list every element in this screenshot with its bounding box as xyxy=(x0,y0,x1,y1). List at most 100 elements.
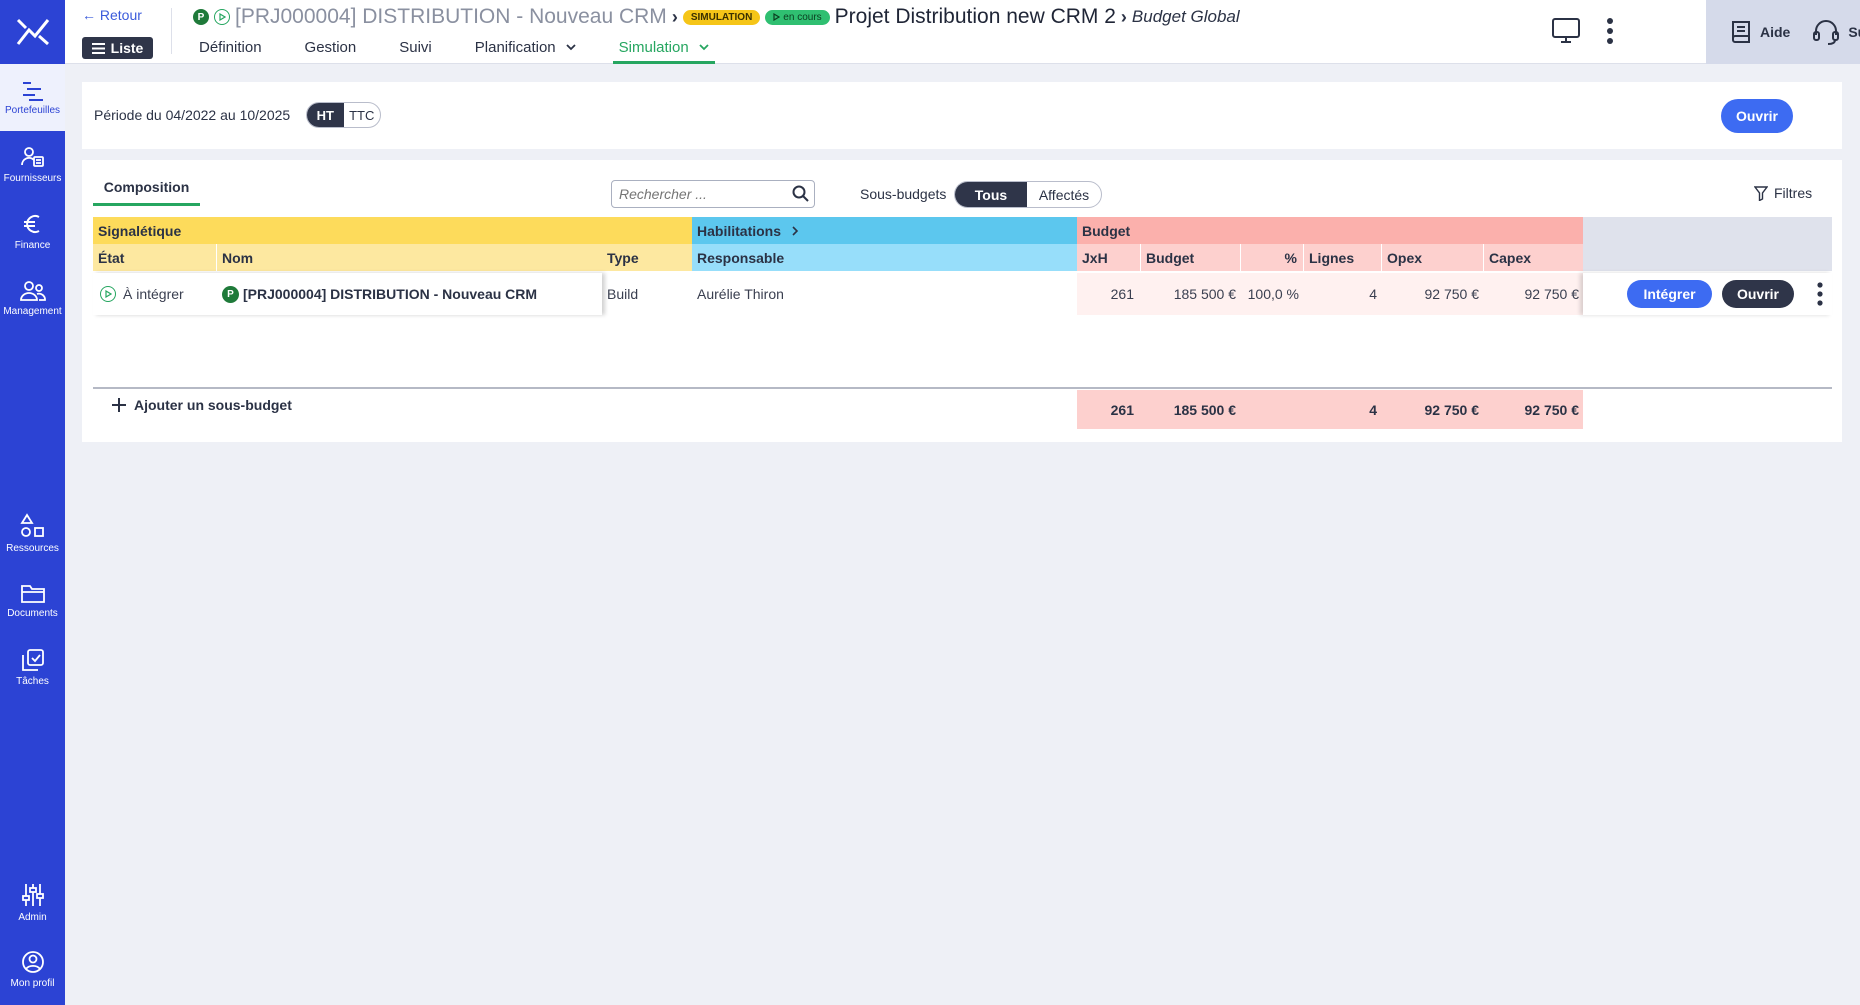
col-header-etat[interactable]: État xyxy=(93,244,216,271)
search-icon[interactable] xyxy=(792,185,809,202)
monitor-icon[interactable] xyxy=(1552,18,1580,44)
sidebar-item-portefeuilles[interactable]: Portefeuilles xyxy=(0,64,65,131)
sidebar-item-label: Mon profil xyxy=(10,978,55,989)
tab-label: Planification xyxy=(474,39,556,56)
play-icon xyxy=(773,13,781,21)
profile-icon xyxy=(21,951,44,973)
sidebar-item-label: Portefeuilles xyxy=(4,105,61,116)
col-header-nom[interactable]: Nom xyxy=(216,244,602,271)
sidebar-item-taches[interactable]: Tâches xyxy=(0,634,65,701)
sidebar-item-fournisseurs[interactable]: Fournisseurs xyxy=(0,131,65,198)
total-capex: 92 750 € xyxy=(1483,390,1583,429)
cell-pct: 100,0 % xyxy=(1240,273,1303,315)
supplier-icon xyxy=(20,147,44,167)
period-label: Période du 04/2022 au 10/2025 xyxy=(94,107,291,123)
back-link[interactable]: ← Retour xyxy=(82,7,142,23)
breadcrumb-page: Budget Global xyxy=(1131,7,1240,26)
sidebar-item-profil[interactable]: Mon profil xyxy=(0,936,65,1003)
open-period-button[interactable]: Ouvrir xyxy=(1721,99,1793,133)
cell-budget: 185 500 € xyxy=(1140,273,1240,315)
chevron-down-icon xyxy=(699,44,709,51)
sidebar-item-label: Finance xyxy=(14,240,51,251)
sidebar-item-label: Management xyxy=(3,306,62,317)
col-header-jxh[interactable]: JxH xyxy=(1077,244,1140,271)
chevron-right-icon xyxy=(792,225,799,236)
seg-assigned[interactable]: Affectés xyxy=(1027,182,1101,207)
divider xyxy=(171,8,172,54)
tab-label: Définition xyxy=(199,39,262,56)
total-opex: 92 750 € xyxy=(1381,390,1483,429)
tab-label: Gestion xyxy=(304,39,357,56)
sidebar: Portefeuilles Fournisseurs Finance Manag… xyxy=(0,0,65,1005)
breadcrumb-simulation[interactable]: Projet Distribution new CRM 2 xyxy=(835,5,1116,29)
ttc-option[interactable]: TTC xyxy=(344,103,381,127)
tasks-icon xyxy=(21,649,44,671)
brand-logo-icon[interactable] xyxy=(0,0,65,64)
sidebar-item-label: Tâches xyxy=(16,676,49,687)
euro-icon xyxy=(23,215,39,233)
col-header-responsable[interactable]: Responsable xyxy=(692,244,1077,271)
group-actions xyxy=(1583,217,1832,271)
cell-actions: Intégrer Ouvrir xyxy=(1583,273,1832,315)
tab-definition[interactable]: Définition xyxy=(193,37,268,64)
col-header-budget[interactable]: Budget xyxy=(1140,244,1240,271)
sidebar-item-documents[interactable]: Documents xyxy=(0,567,65,634)
cell-lignes: 4 xyxy=(1303,273,1381,315)
tab-label: Simulation xyxy=(618,39,689,56)
col-header-lignes[interactable]: Lignes xyxy=(1303,244,1381,271)
cell-responsable: Aurélie Thiron xyxy=(697,286,784,302)
ht-option[interactable]: HT xyxy=(307,103,344,127)
breadcrumb-project[interactable]: [PRJ000004] DISTRIBUTION - Nouveau CRM xyxy=(235,5,667,29)
add-subbudget-button[interactable]: Ajouter un sous-budget xyxy=(112,397,292,413)
col-header-pct[interactable]: % xyxy=(1240,244,1303,271)
sidebar-item-finance[interactable]: Finance xyxy=(0,198,65,265)
tab-suivi[interactable]: Suivi xyxy=(393,37,438,64)
sidebar-item-label: Ressources xyxy=(6,543,59,554)
search-input[interactable] xyxy=(611,180,815,208)
cell-capex: 92 750 € xyxy=(1483,273,1583,315)
help-label: Aide xyxy=(1760,24,1791,40)
people-icon xyxy=(19,281,46,301)
more-vertical-icon[interactable] xyxy=(1606,17,1614,45)
sidebar-item-label: Documents xyxy=(7,608,58,619)
tab-composition[interactable]: Composition xyxy=(93,179,200,206)
group-habilitations[interactable]: Habilitations xyxy=(692,217,1077,244)
chevron-right-icon: › xyxy=(671,6,678,27)
sidebar-item-management[interactable]: Management xyxy=(0,265,65,332)
sidebar-item-ressources[interactable]: Ressources xyxy=(0,500,65,567)
book-icon xyxy=(1732,21,1750,43)
total-jxh: 261 xyxy=(1077,390,1140,429)
total-lignes: 4 xyxy=(1303,390,1381,429)
seg-all[interactable]: Tous xyxy=(955,182,1027,207)
period-card: Période du 04/2022 au 10/2025 HT TTC Ouv… xyxy=(82,82,1842,149)
open-row-button[interactable]: Ouvrir xyxy=(1722,280,1794,308)
status-badge: en cours xyxy=(765,9,830,25)
total-pct xyxy=(1240,390,1303,429)
col-header-opex[interactable]: Opex xyxy=(1381,244,1483,271)
project-type-badge: P xyxy=(222,285,239,303)
tab-simulation[interactable]: Simulation xyxy=(612,37,715,64)
cell-nom-value[interactable]: [PRJ000004] DISTRIBUTION - Nouveau CRM xyxy=(243,286,537,302)
filters-button[interactable]: Filtres xyxy=(1754,185,1812,201)
list-button[interactable]: Liste xyxy=(82,37,153,59)
col-header-capex[interactable]: Capex xyxy=(1483,244,1583,271)
group-budget: Budget xyxy=(1077,217,1583,244)
cell-jxh: 261 xyxy=(1077,273,1140,315)
more-vertical-icon[interactable] xyxy=(1816,282,1824,306)
tab-gestion[interactable]: Gestion xyxy=(299,37,363,64)
chevron-right-icon: › xyxy=(1120,6,1127,27)
tab-label: Suivi xyxy=(399,39,432,56)
subbudget-filter-label: Sous-budgets xyxy=(860,186,947,202)
tab-planification[interactable]: Planification xyxy=(469,37,582,64)
sidebar-item-label: Fournisseurs xyxy=(3,173,62,184)
list-button-label: Liste xyxy=(110,40,144,56)
group-habilitations-label: Habilitations xyxy=(697,222,782,239)
help-zone: Aide Support xyxy=(1706,0,1860,64)
help-button[interactable]: Aide xyxy=(1730,19,1790,45)
add-subbudget-label: Ajouter un sous-budget xyxy=(134,397,292,413)
integrate-button[interactable]: Intégrer xyxy=(1627,280,1712,308)
tax-toggle: HT TTC xyxy=(306,102,381,128)
col-header-type[interactable]: Type xyxy=(602,244,692,271)
sidebar-item-admin[interactable]: Admin xyxy=(0,869,65,936)
support-button[interactable]: Support xyxy=(1812,19,1860,45)
